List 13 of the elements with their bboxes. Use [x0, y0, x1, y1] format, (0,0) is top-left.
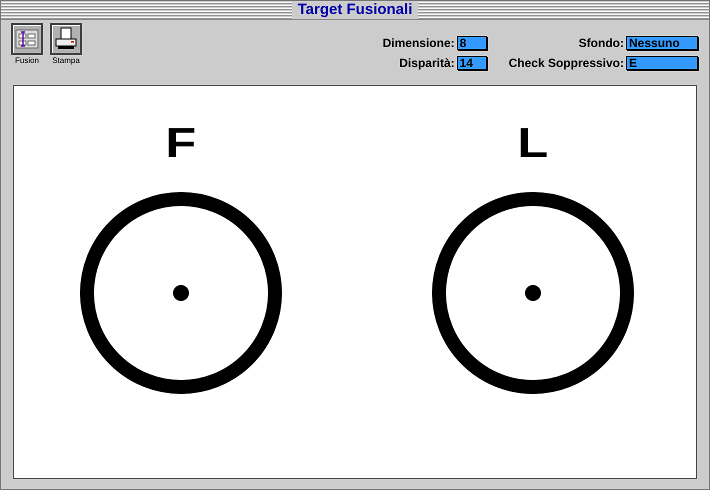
window-layout-icon	[15, 28, 39, 50]
value-field[interactable]: E	[626, 56, 698, 70]
value-field[interactable]: 14	[456, 56, 487, 70]
window-title: Target Fusionali	[292, 1, 418, 19]
value-field[interactable]: Nessuno	[626, 36, 698, 50]
field-label: Disparità:	[398, 56, 455, 70]
target-letter: L	[518, 122, 548, 164]
field-label: Sfondo:	[578, 36, 624, 50]
value-field[interactable]: 8	[456, 36, 487, 50]
target-letter: F	[166, 122, 196, 164]
field-label: Dimensione:	[382, 36, 455, 50]
printer-icon	[54, 27, 78, 51]
field-label: Check Soppressivo:	[508, 56, 624, 70]
